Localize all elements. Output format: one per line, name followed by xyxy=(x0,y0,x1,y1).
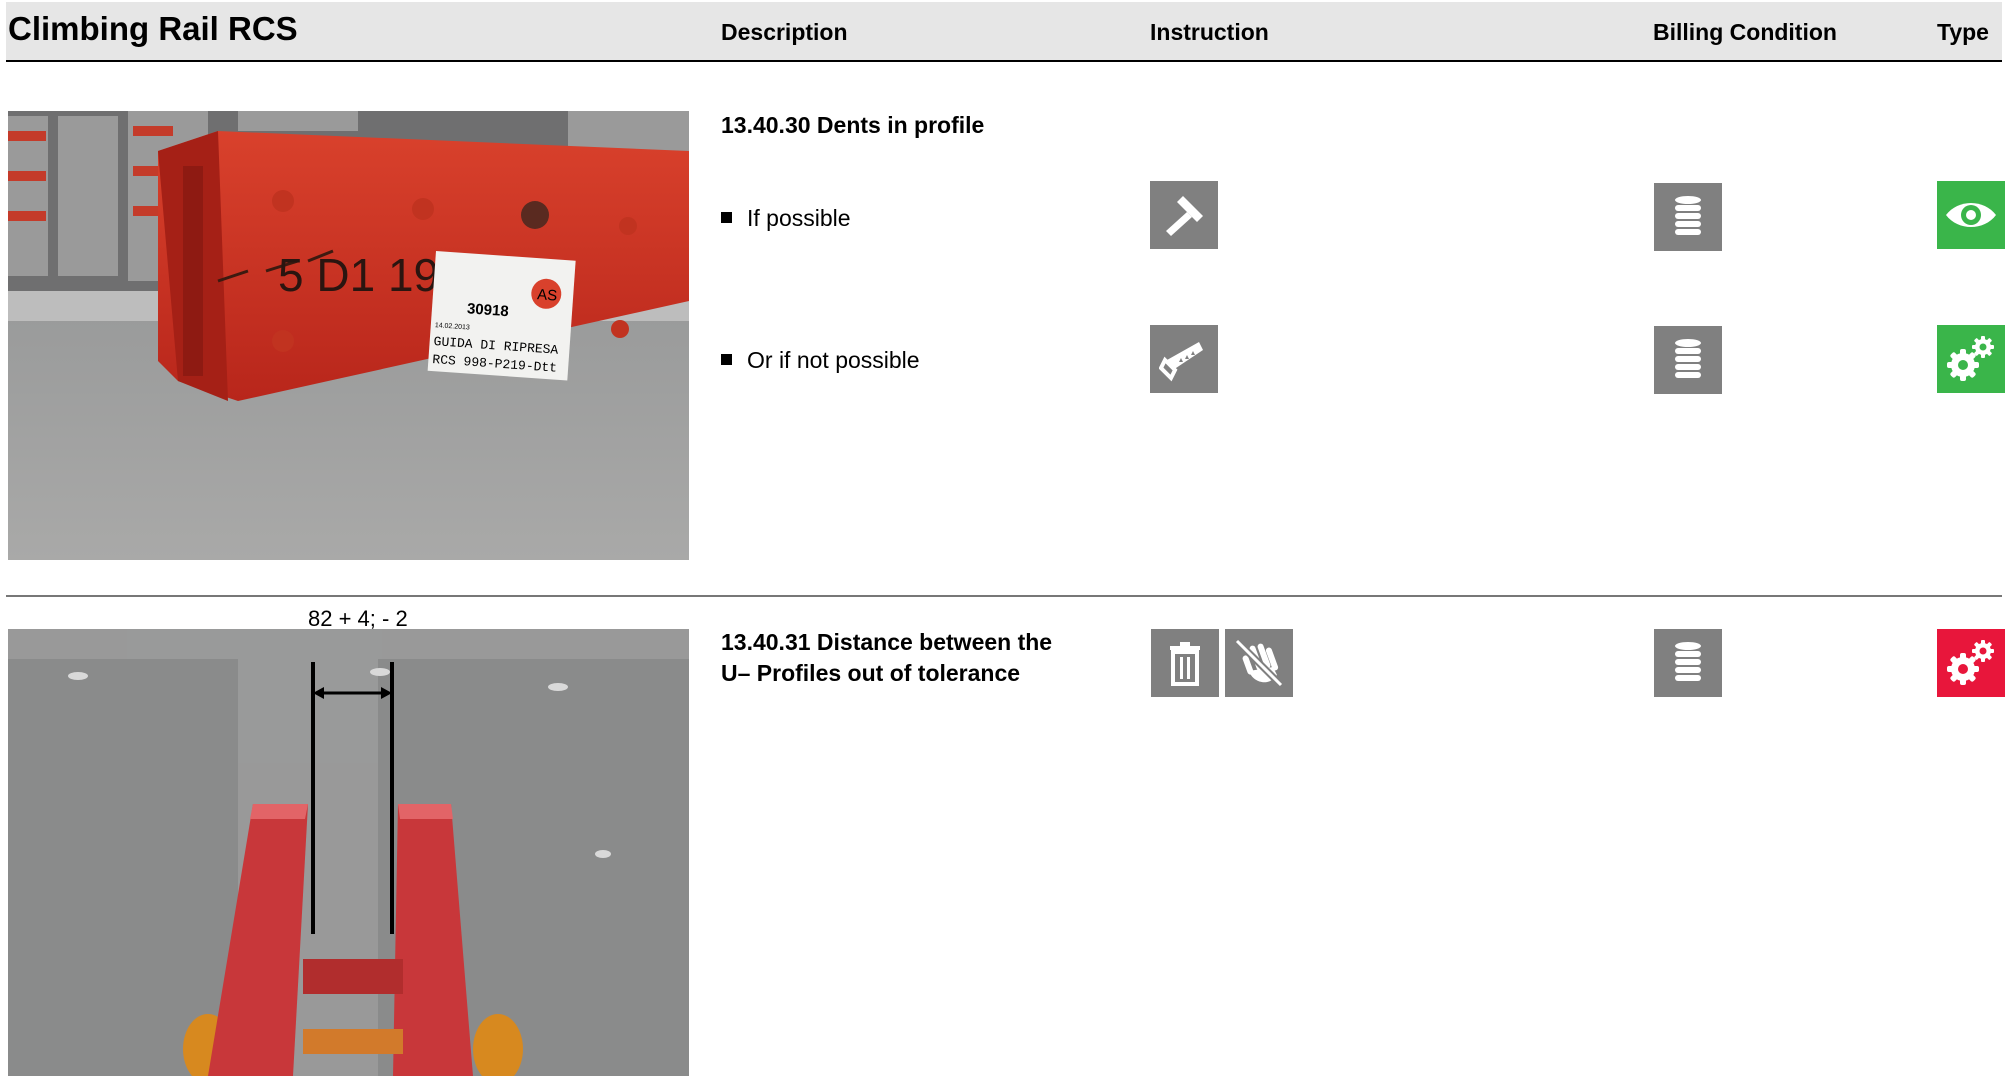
heading-line-1: 13.40.31 Distance between the xyxy=(721,629,1053,655)
column-header-description: Description xyxy=(721,19,848,45)
table-header: Climbing Rail RCS Description Instructio… xyxy=(6,2,2002,62)
hammer-icon xyxy=(1150,181,1218,249)
u-profile-distance-photo xyxy=(8,629,689,1076)
eye-icon xyxy=(1937,181,2005,249)
no-touch-icon xyxy=(1225,629,1293,697)
rail-marking-text: 5 D1 19 xyxy=(278,249,439,301)
tag-badge-text: AS xyxy=(537,286,558,304)
defect-heading-distance: 13.40.31 Distance between the U– Profile… xyxy=(721,627,1052,689)
column-header-instruction: Instruction xyxy=(1150,19,1269,45)
coin-stack-icon xyxy=(1654,326,1722,394)
coin-stack-icon xyxy=(1654,629,1722,697)
gears-icon xyxy=(1937,629,2005,697)
column-header-billing: Billing Condition xyxy=(1653,19,1837,45)
coin-stack-icon xyxy=(1654,183,1722,251)
defect-heading-dents: 13.40.30 Dents in profile xyxy=(721,112,985,138)
bullet-square-icon xyxy=(721,354,732,366)
column-header-type: Type xyxy=(1937,19,1989,45)
bullet-item-if-possible: If possible xyxy=(721,205,851,232)
bullet-text: Or if not possible xyxy=(747,347,920,373)
row-divider xyxy=(6,595,2002,597)
rail-dents-photo: 5 D1 19 AS 30918 14.02.2013 GUIDA DI RIP… xyxy=(8,111,689,560)
bullet-text: If possible xyxy=(747,205,851,231)
bullet-item-if-not-possible: Or if not possible xyxy=(721,347,920,374)
heading-line-2: U– Profiles out of tolerance xyxy=(721,660,1021,686)
saw-icon xyxy=(1150,325,1218,393)
tag-number-text: 30918 xyxy=(466,300,509,320)
page-title: Climbing Rail RCS xyxy=(8,10,298,47)
gears-icon xyxy=(1937,325,2005,393)
trash-icon xyxy=(1151,629,1219,697)
bullet-square-icon xyxy=(721,212,732,224)
